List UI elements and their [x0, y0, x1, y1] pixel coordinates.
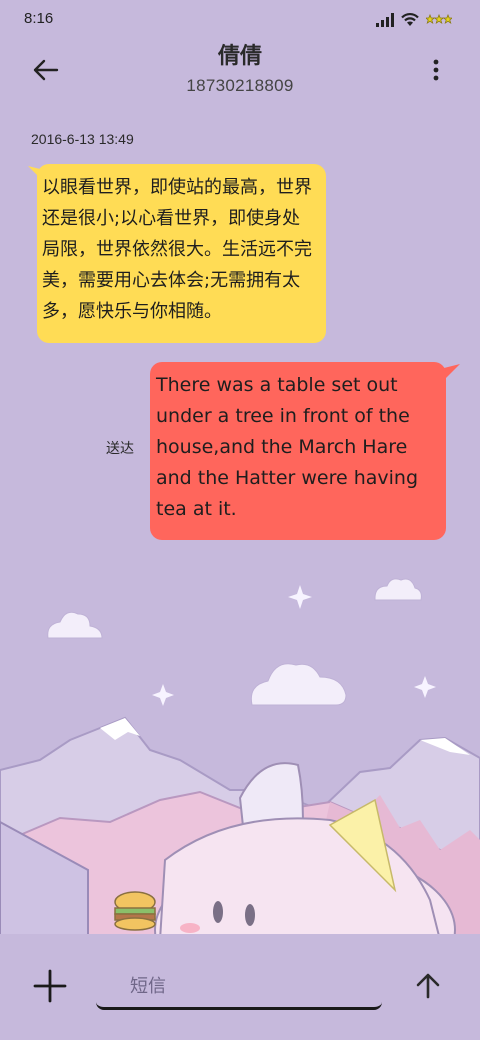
arrow-up-icon	[416, 973, 440, 999]
attach-button[interactable]	[32, 968, 68, 1004]
send-button[interactable]	[412, 970, 444, 1002]
back-button[interactable]	[30, 54, 62, 86]
battery-icon	[426, 13, 452, 24]
contact-name: 倩倩	[217, 44, 262, 69]
message-input[interactable]	[96, 966, 382, 1010]
message-timestamp: 2016-6-13 13:49	[31, 131, 134, 147]
outgoing-message-bubble[interactable]: There was a table set out under a tree i…	[150, 362, 446, 540]
arrow-left-icon	[33, 59, 59, 81]
plus-icon	[33, 969, 67, 1003]
more-options-button[interactable]	[426, 54, 446, 86]
more-vertical-icon	[433, 59, 439, 81]
conversation-title: 倩倩 18730218809	[90, 40, 390, 98]
contact-number: 18730218809	[186, 76, 294, 95]
wallpaper-illustration	[0, 578, 480, 940]
outgoing-bubble-tail	[444, 364, 460, 378]
incoming-message-bubble[interactable]: 以眼看世界，即使站的最高，世界 还是很小;以心看世界，即使身处 局限，世界依然很…	[37, 164, 326, 343]
status-icons	[376, 12, 452, 27]
status-bar: 8:16	[0, 0, 480, 40]
status-time: 8:16	[24, 10, 54, 27]
signal-icon	[376, 12, 394, 27]
delivery-status: 送达	[106, 441, 134, 457]
wifi-icon	[401, 13, 419, 26]
messaging-screen: 8:16 倩倩 18730218809 2016-6-13 13:49 以眼看世…	[0, 0, 480, 1040]
